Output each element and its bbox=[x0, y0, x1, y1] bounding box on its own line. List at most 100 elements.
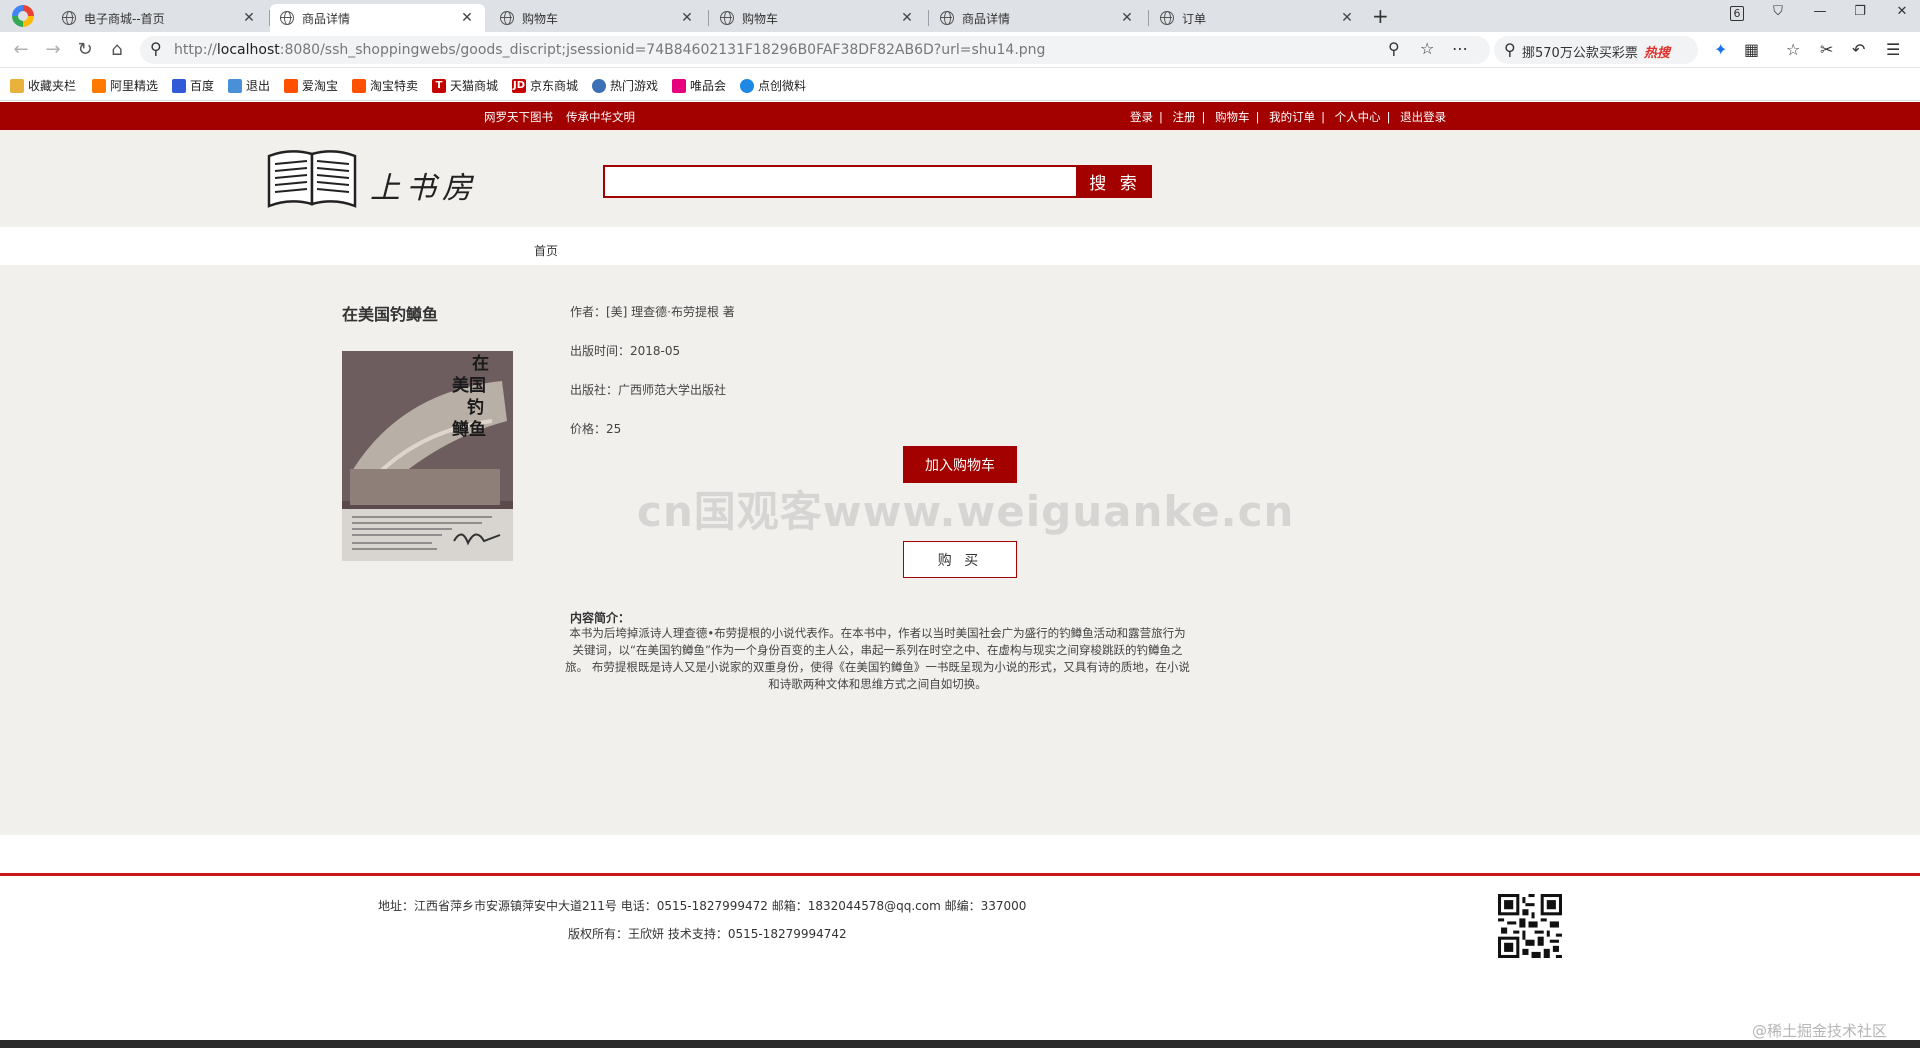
close-icon[interactable]: ✕ bbox=[679, 10, 695, 26]
zoom-icon[interactable]: ⚲ bbox=[1388, 39, 1400, 58]
tab-title: 订单 bbox=[1182, 11, 1207, 26]
bookmark-label: 天猫商城 bbox=[450, 79, 499, 93]
bookmark-label: 收藏夹栏 bbox=[28, 79, 77, 93]
home-icon[interactable]: ⌂ bbox=[106, 39, 128, 60]
logout-link[interactable]: 退出登录 bbox=[1400, 110, 1446, 124]
baidu-icon bbox=[172, 78, 186, 93]
price-line: 价格：25 bbox=[570, 422, 622, 436]
taobao-icon bbox=[352, 78, 366, 93]
bookmark-logout[interactable]: 退出 bbox=[228, 77, 270, 94]
tab-goods-detail-2[interactable]: 商品详情 ✕ bbox=[930, 4, 1145, 32]
close-icon[interactable]: ✕ bbox=[1119, 10, 1135, 26]
product-title: 在美国钓鳟鱼 bbox=[342, 305, 439, 324]
corner-watermark: @稀土掘金技术社区 bbox=[1752, 1022, 1888, 1040]
site-header: 上书房 搜 索 bbox=[0, 130, 1920, 227]
hot-search-text: 挪570万公款买彩票 bbox=[1522, 46, 1638, 61]
new-tab-button[interactable]: + bbox=[1372, 4, 1389, 28]
tab-title: 商品详情 bbox=[302, 11, 351, 26]
bookmark-dianchuang[interactable]: 点创微料 bbox=[740, 77, 806, 94]
bookmark-label: 阿里精选 bbox=[110, 79, 159, 93]
bookmark-label: 淘宝特卖 bbox=[370, 79, 419, 93]
more-icon[interactable]: ⋯ bbox=[1452, 39, 1468, 58]
tab-title: 购物车 bbox=[522, 11, 559, 26]
shirt-icon[interactable]: ⛉ bbox=[1766, 4, 1790, 19]
site-footer: 地址：江西省萍乡市安源镇萍安中大道211号 电话：0515-1827999472… bbox=[0, 873, 1920, 1040]
nav-home-link[interactable]: 首页 bbox=[534, 242, 558, 259]
tab-count-badge[interactable]: 6 bbox=[1730, 6, 1744, 21]
ali-icon bbox=[92, 78, 106, 93]
hot-search-box[interactable]: 挪570万公款买彩票 热搜 bbox=[1494, 36, 1698, 64]
bookmark-ali[interactable]: 阿里精选 bbox=[92, 77, 158, 94]
author-line: 作者：[美] 理查德·布劳提根 著 bbox=[570, 305, 735, 319]
reload-button[interactable]: ↻ bbox=[74, 39, 96, 60]
undo-icon[interactable]: ↶ bbox=[1852, 40, 1865, 59]
bookmark-baidu[interactable]: 百度 bbox=[172, 77, 214, 94]
url-text[interactable]: http://localhost:8080/ssh_shoppingwebs/g… bbox=[174, 42, 1045, 58]
bookmark-vip[interactable]: 唯品会 bbox=[672, 77, 726, 94]
folder-icon bbox=[10, 78, 24, 93]
login-link[interactable]: 登录 bbox=[1130, 110, 1153, 124]
book-cover-image: 在 美国 钓 鳟鱼 bbox=[342, 351, 513, 561]
bookmarks-bar: 收藏夹栏 阿里精选 百度 退出 爱淘宝 淘宝特卖 T 天猫商城 JD 京东商城 热门… bbox=[0, 68, 1920, 101]
slogan-1: 网罗天下图书 bbox=[484, 110, 553, 124]
tmall-icon: T bbox=[432, 78, 446, 93]
star-icon[interactable]: ☆ bbox=[1420, 39, 1434, 58]
tab-divider bbox=[1148, 10, 1149, 26]
bookmark-taobao-sale[interactable]: 淘宝特卖 bbox=[352, 77, 418, 94]
back-button[interactable]: ← bbox=[10, 39, 32, 60]
scissors-icon[interactable]: ✂ bbox=[1820, 40, 1833, 59]
search-input[interactable] bbox=[603, 165, 1078, 198]
search-icon: ⚲ bbox=[150, 39, 162, 58]
tab-cart-2[interactable]: 购物车 ✕ bbox=[710, 4, 925, 32]
tab-divider bbox=[928, 10, 929, 26]
publish-date-line: 出版时间：2018-05 bbox=[570, 344, 681, 358]
minimize-button[interactable]: — bbox=[1808, 4, 1832, 19]
footer-copyright: 版权所有：王欣妍 技术支持：0515-18279994742 bbox=[568, 927, 847, 941]
tab-title: 商品详情 bbox=[962, 11, 1011, 26]
bookmark-label: 京东商城 bbox=[530, 79, 579, 93]
bookmark-aitaobao[interactable]: 爱淘宝 bbox=[284, 77, 338, 94]
bookmark-label: 唯品会 bbox=[690, 79, 727, 93]
user-center-link[interactable]: 个人中心 bbox=[1335, 110, 1381, 124]
browser-logo-icon bbox=[12, 5, 34, 27]
address-bar: ← → ↻ ⌂ ⚲ http://localhost:8080/ssh_shop… bbox=[0, 32, 1920, 68]
cloud-icon bbox=[740, 78, 754, 93]
extension-icon[interactable]: ✦ bbox=[1714, 40, 1727, 59]
bookmark-games[interactable]: 热门游戏 bbox=[592, 77, 658, 94]
bookmark-label: 点创微料 bbox=[758, 79, 807, 93]
tab-divider bbox=[708, 10, 709, 26]
search-button[interactable]: 搜 索 bbox=[1078, 165, 1152, 198]
buy-button[interactable]: 购 买 bbox=[903, 541, 1017, 578]
os-taskbar bbox=[0, 1040, 1920, 1048]
bookmark-jd[interactable]: JD 京东商城 bbox=[512, 77, 578, 94]
globe-icon bbox=[1160, 11, 1174, 25]
my-orders-link[interactable]: 我的订单 bbox=[1269, 110, 1315, 124]
close-icon[interactable]: ✕ bbox=[899, 10, 915, 26]
forward-button[interactable]: → bbox=[42, 39, 64, 60]
description-text: 本书为后垮掉派诗人理查德•布劳提根的小说代表作。在本书中，作者以当时美国社会广为… bbox=[565, 626, 1190, 691]
description-label: 内容简介： bbox=[570, 611, 631, 625]
tab-order[interactable]: 订单 ✕ bbox=[1150, 4, 1365, 32]
tab-goods-detail[interactable]: 商品详情 ✕ bbox=[270, 4, 485, 32]
svg-text:钓: 钓 bbox=[467, 397, 484, 418]
slogan-2: 传承中华文明 bbox=[566, 110, 635, 124]
close-icon[interactable]: ✕ bbox=[459, 10, 475, 26]
tab-home[interactable]: 电子商城--首页 ✕ bbox=[52, 4, 267, 32]
register-link[interactable]: 注册 bbox=[1173, 110, 1196, 124]
menu-icon[interactable]: ☰ bbox=[1886, 40, 1900, 59]
bookmark-tmall[interactable]: T 天猫商城 bbox=[432, 77, 498, 94]
url-host: localhost bbox=[216, 42, 280, 58]
top-links: 登录 | 注册 | 购物车 | 我的订单 | 个人中心 | 退出登录 bbox=[1130, 110, 1447, 124]
close-icon[interactable]: ✕ bbox=[241, 10, 257, 26]
watermark-text: cn国观客www.weiguanke.cn bbox=[637, 487, 1295, 536]
cart-link[interactable]: 购物车 bbox=[1215, 110, 1250, 124]
bookmark-favorites[interactable]: 收藏夹栏 bbox=[10, 77, 76, 94]
svg-text:美国: 美国 bbox=[452, 375, 486, 396]
tab-cart[interactable]: 购物车 ✕ bbox=[490, 4, 705, 32]
close-window-button[interactable]: ✕ bbox=[1890, 4, 1914, 19]
close-icon[interactable]: ✕ bbox=[1339, 10, 1355, 26]
apps-grid-icon[interactable]: ▦ bbox=[1744, 40, 1759, 59]
svg-text:鳟鱼: 鳟鱼 bbox=[451, 419, 486, 440]
favorites-icon[interactable]: ☆ bbox=[1786, 40, 1800, 59]
restore-button[interactable]: ❐ bbox=[1848, 4, 1872, 19]
